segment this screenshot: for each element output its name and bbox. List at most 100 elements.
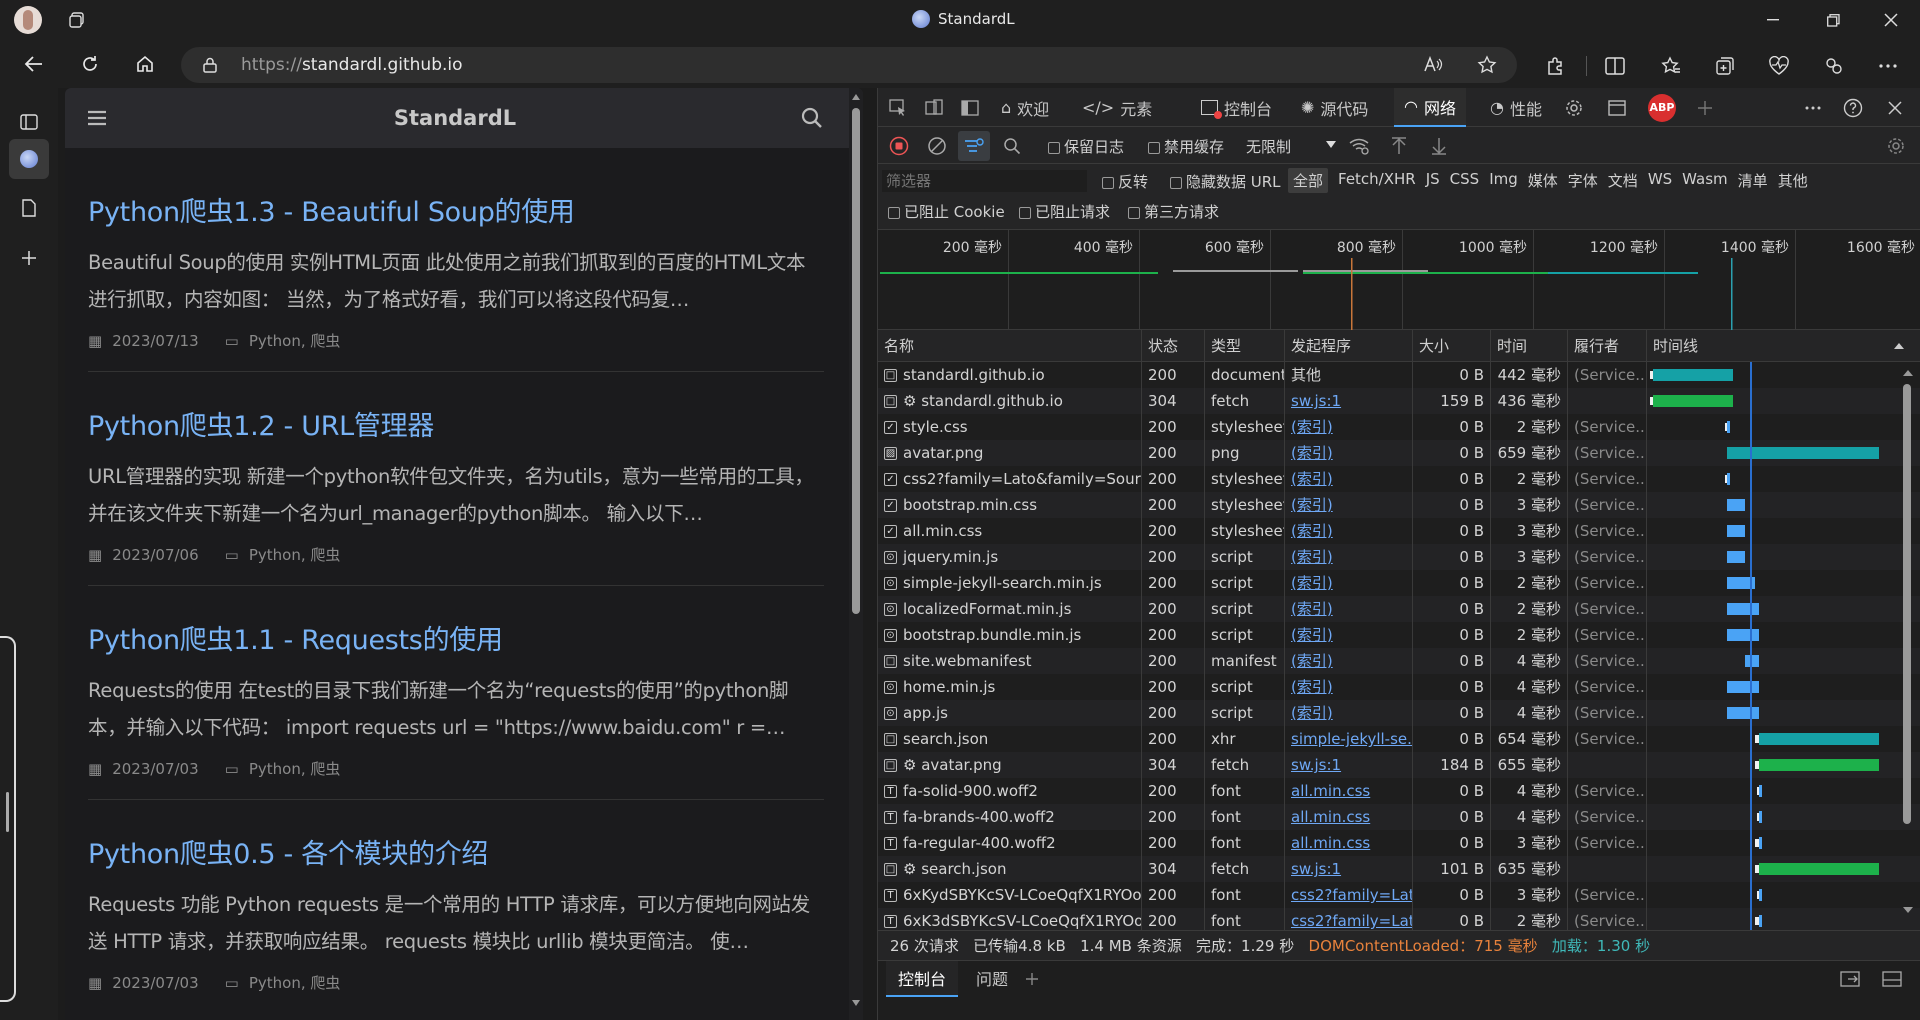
request-row[interactable]: □ site.webmanifest 200 manifest (索引) 0 B 4 毫秒 (… xyxy=(878,648,1920,674)
back-button[interactable] xyxy=(20,50,48,78)
waterfall-cell[interactable] xyxy=(1647,440,1899,466)
request-initiator[interactable]: simple-jekyll-se... xyxy=(1291,730,1412,748)
type-filter-fetch-xhr[interactable]: Fetch/XHR xyxy=(1338,168,1416,193)
search-icon[interactable] xyxy=(799,105,825,131)
request-initiator[interactable]: (索引) xyxy=(1291,522,1333,540)
tab-console[interactable]: 控制台 xyxy=(1193,88,1280,127)
request-row[interactable]: Tfa-brands-400.woff2 200 font all.min.css 0 … xyxy=(878,804,1920,830)
request-row[interactable]: Tfa-solid-900.woff2 200 font all.min.css 0 B… xyxy=(878,778,1920,804)
column-header-size[interactable]: 大小 xyxy=(1413,330,1491,362)
waterfall-cell[interactable] xyxy=(1647,466,1899,492)
waterfall-cell[interactable] xyxy=(1647,700,1899,726)
request-initiator[interactable]: (索引) xyxy=(1291,548,1333,566)
post-category[interactable]: Python, 爬虫 xyxy=(249,544,341,565)
post-category[interactable]: Python, 爬虫 xyxy=(249,330,341,351)
tab-network[interactable]: ◠ 网络 xyxy=(1394,88,1466,127)
waterfall-cell[interactable] xyxy=(1647,362,1899,388)
table-scrollbar-thumb[interactable] xyxy=(1903,384,1911,824)
waterfall-cell[interactable] xyxy=(1647,414,1899,440)
new-tab-plus-icon[interactable] xyxy=(15,244,43,272)
waterfall-cell[interactable] xyxy=(1647,830,1899,856)
page-scrollbar-thumb[interactable] xyxy=(852,108,860,614)
request-initiator[interactable]: (索引) xyxy=(1291,418,1333,436)
tab-bar-toggle-icon[interactable] xyxy=(15,108,43,136)
request-initiator[interactable]: (索引) xyxy=(1291,574,1333,592)
waterfall-cell[interactable] xyxy=(1647,518,1899,544)
device-emulation-icon[interactable] xyxy=(922,96,946,120)
site-title[interactable]: StandardL xyxy=(65,106,845,130)
type-filter-media[interactable]: 媒体 xyxy=(1528,168,1558,193)
disable-cache-checkbox[interactable]: 禁用缓存 xyxy=(1148,136,1224,157)
table-scroll-up-arrow[interactable] xyxy=(1903,370,1913,376)
document-tab-icon[interactable] xyxy=(15,194,43,222)
search-network-icon[interactable] xyxy=(999,133,1025,159)
type-filter-manifest[interactable]: 清单 xyxy=(1738,168,1768,193)
request-row[interactable]: ✓ all.min.css 200 stylesheet (索引) 0 B 3 毫秒 (Ser… xyxy=(878,518,1920,544)
type-filter-js[interactable]: JS xyxy=(1426,168,1440,193)
url-text[interactable]: https://standardl.github.io xyxy=(241,55,463,75)
profile-avatar[interactable] xyxy=(14,6,42,34)
dock-drawer-icon[interactable] xyxy=(1838,967,1862,991)
type-filter-img[interactable]: Img xyxy=(1489,168,1518,193)
copilot-icon[interactable] xyxy=(1820,52,1848,80)
favorite-star-icon[interactable] xyxy=(1475,53,1499,77)
post-title[interactable]: Python爬虫1.1 - Requests的使用 xyxy=(88,618,820,660)
request-row[interactable]: T 6xK3dSBYKcSV-LCoeQqfX1RYOo... 200 font css… xyxy=(878,908,1920,930)
request-initiator[interactable]: (索引) xyxy=(1291,470,1333,488)
filter-toggle-icon[interactable] xyxy=(958,131,990,161)
address-bar[interactable]: https://standardl.github.io xyxy=(181,47,1517,83)
column-header-name[interactable]: 名称 xyxy=(878,330,1142,362)
type-filter-ws[interactable]: WS xyxy=(1648,168,1672,193)
browser-essentials-icon[interactable] xyxy=(1765,52,1793,80)
help-icon[interactable] xyxy=(1841,96,1865,120)
request-row[interactable]: ⊙ simple-jekyll-search.min.js 200 script (索引… xyxy=(878,570,1920,596)
post-category[interactable]: Python, 爬虫 xyxy=(249,972,341,993)
request-initiator[interactable]: (索引) xyxy=(1291,626,1333,644)
sidebar-resize-grip[interactable] xyxy=(6,792,9,832)
request-initiator[interactable]: all.min.css xyxy=(1291,782,1370,800)
waterfall-cell[interactable] xyxy=(1647,388,1899,414)
request-row[interactable]: ⊙ localizedFormat.min.js 200 script (索引) 0 B 2… xyxy=(878,596,1920,622)
post-category[interactable]: Python, 爬虫 xyxy=(249,758,341,779)
type-filter-doc[interactable]: 文档 xyxy=(1608,168,1638,193)
drawer-add-tab-icon[interactable] xyxy=(1020,967,1044,991)
home-button[interactable] xyxy=(131,50,159,78)
type-filter-font[interactable]: 字体 xyxy=(1568,168,1598,193)
drawer-tab-console[interactable]: 控制台 xyxy=(886,961,959,997)
page-scrollbar[interactable] xyxy=(849,88,863,1020)
request-initiator[interactable]: sw.js:1 xyxy=(1291,392,1341,410)
waterfall-cell[interactable] xyxy=(1647,492,1899,518)
filter-input[interactable] xyxy=(882,170,1087,192)
preserve-log-checkbox[interactable]: 保留日志 xyxy=(1048,136,1124,157)
waterfall-cell[interactable] xyxy=(1647,804,1899,830)
column-header-time[interactable]: 时间 xyxy=(1491,330,1568,362)
timeline-overview[interactable]: 200 毫秒 400 毫秒 600 毫秒 800 毫秒 1000 毫秒 1200 毫秒 14… xyxy=(878,230,1920,330)
tab-performance[interactable]: ◔ 性能 xyxy=(1482,88,1550,127)
waterfall-cell[interactable] xyxy=(1647,570,1899,596)
favorites-icon[interactable] xyxy=(1657,52,1685,80)
column-header-fulfilled-by[interactable]: 履行者 xyxy=(1568,330,1647,362)
settings-gear-tab-icon[interactable] xyxy=(1562,96,1586,120)
column-header-status[interactable]: 状态 xyxy=(1142,330,1205,362)
post-title[interactable]: Python爬虫1.2 - URL管理器 xyxy=(88,404,820,446)
waterfall-cell[interactable] xyxy=(1647,752,1899,778)
tab-sources[interactable]: ✺ 源代码 xyxy=(1293,88,1376,127)
blocked-cookies-checkbox[interactable]: 已阻止 Cookie xyxy=(888,201,1005,222)
refresh-button[interactable] xyxy=(76,50,104,78)
tab-actions-icon[interactable] xyxy=(64,8,90,32)
export-har-icon[interactable] xyxy=(1426,133,1452,159)
waterfall-cell[interactable] xyxy=(1647,856,1899,882)
throttling-select[interactable]: 无限制 xyxy=(1246,136,1336,157)
sort-ascending-icon[interactable] xyxy=(1894,343,1904,349)
table-scrollbar[interactable] xyxy=(1899,362,1915,930)
type-filter-other[interactable]: 其他 xyxy=(1778,168,1808,193)
waterfall-cell[interactable] xyxy=(1647,596,1899,622)
inspect-element-icon[interactable] xyxy=(886,96,910,120)
devtools-more-icon[interactable] xyxy=(1801,96,1825,120)
scroll-down-arrow[interactable] xyxy=(852,1000,860,1006)
network-conditions-icon[interactable] xyxy=(1346,133,1372,159)
request-row[interactable]: ▨ avatar.png 200 png (索引) 0 B 659 毫秒 (Service..… xyxy=(878,440,1920,466)
request-initiator[interactable]: css2?family=Lat... xyxy=(1291,886,1412,904)
minimize-button[interactable] xyxy=(1758,6,1788,34)
column-header-type[interactable]: 类型 xyxy=(1205,330,1285,362)
